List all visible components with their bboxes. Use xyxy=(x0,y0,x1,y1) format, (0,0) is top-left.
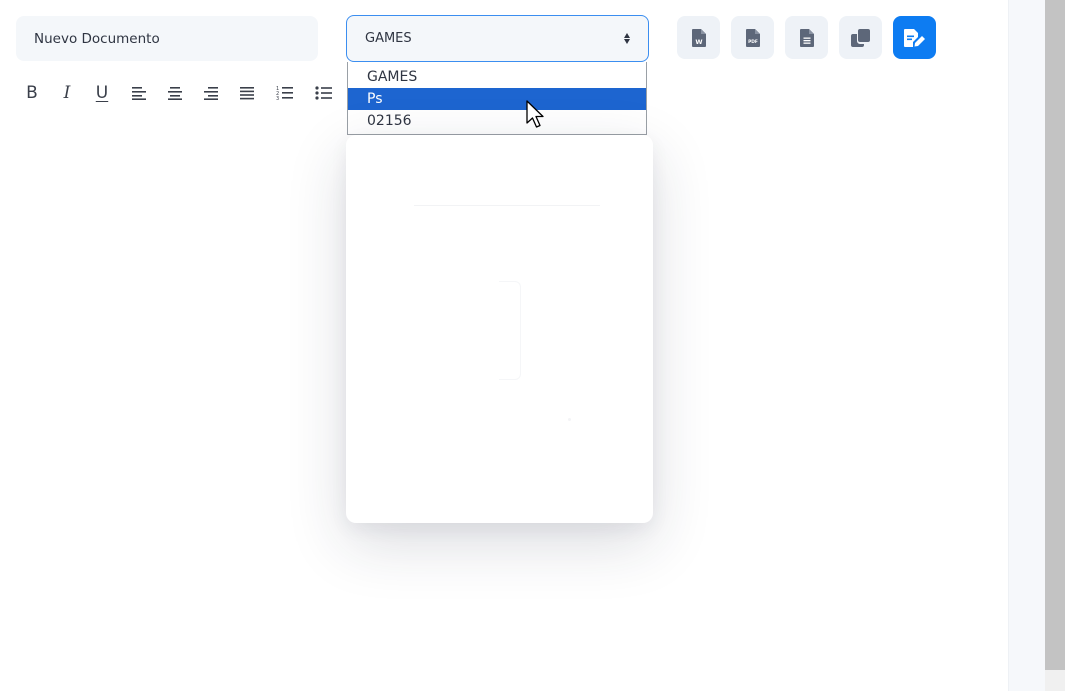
svg-text:PDF: PDF xyxy=(748,39,758,45)
dropdown-option[interactable]: 02156 xyxy=(348,110,646,132)
export-pdf-button[interactable]: PDF xyxy=(731,16,774,59)
mouse-cursor-icon xyxy=(526,100,544,128)
right-panel xyxy=(1008,0,1045,691)
modal-divider xyxy=(414,205,600,206)
dropdown-option-selected[interactable]: Ps xyxy=(348,88,646,110)
file-pdf-icon: PDF xyxy=(745,28,760,47)
ordered-list-icon: 1 2 3 xyxy=(276,86,293,101)
file-pen-icon xyxy=(903,28,925,47)
modal-placeholder-shape xyxy=(499,281,521,380)
save-edit-button[interactable] xyxy=(893,16,936,59)
bullet-list-button[interactable] xyxy=(312,81,336,105)
category-dropdown-list: GAMES Ps 02156 xyxy=(347,62,647,135)
align-center-button[interactable] xyxy=(163,81,187,105)
file-word-icon: W xyxy=(691,28,706,47)
align-left-icon xyxy=(132,87,146,100)
dropdown-option[interactable]: GAMES xyxy=(348,66,646,88)
page-scrollbar[interactable] xyxy=(1045,0,1065,691)
category-select-value: GAMES xyxy=(365,31,412,46)
italic-button[interactable]: I xyxy=(55,81,79,105)
bullet-list-icon xyxy=(315,86,332,100)
svg-text:3: 3 xyxy=(276,96,279,101)
modal-dialog xyxy=(346,135,653,523)
duplicate-button[interactable] xyxy=(839,16,882,59)
modal-placeholder-dot xyxy=(568,418,571,421)
align-right-button[interactable] xyxy=(199,81,223,105)
underline-icon: U xyxy=(95,82,109,103)
italic-icon: I xyxy=(63,82,71,103)
align-center-icon xyxy=(168,87,182,100)
align-left-button[interactable] xyxy=(127,81,151,105)
document-name-input[interactable] xyxy=(16,16,318,61)
export-text-button[interactable] xyxy=(785,16,828,59)
copy-icon xyxy=(850,28,870,47)
align-right-icon xyxy=(204,87,218,100)
align-justify-icon xyxy=(240,86,254,99)
justify-button[interactable] xyxy=(235,81,259,105)
category-select[interactable]: GAMES xyxy=(346,15,649,62)
bold-button[interactable]: B xyxy=(20,81,44,105)
svg-text:W: W xyxy=(695,38,702,46)
select-arrows-icon xyxy=(624,33,630,44)
bold-icon: B xyxy=(26,82,38,103)
editor-page: GAMES GAMES Ps 02156 W PDF xyxy=(0,0,1065,691)
file-lines-icon xyxy=(799,28,814,47)
underline-button[interactable]: U xyxy=(90,81,114,105)
scrollbar-thumb[interactable] xyxy=(1045,0,1065,670)
ordered-list-button[interactable]: 1 2 3 xyxy=(273,81,297,105)
export-word-button[interactable]: W xyxy=(677,16,720,59)
